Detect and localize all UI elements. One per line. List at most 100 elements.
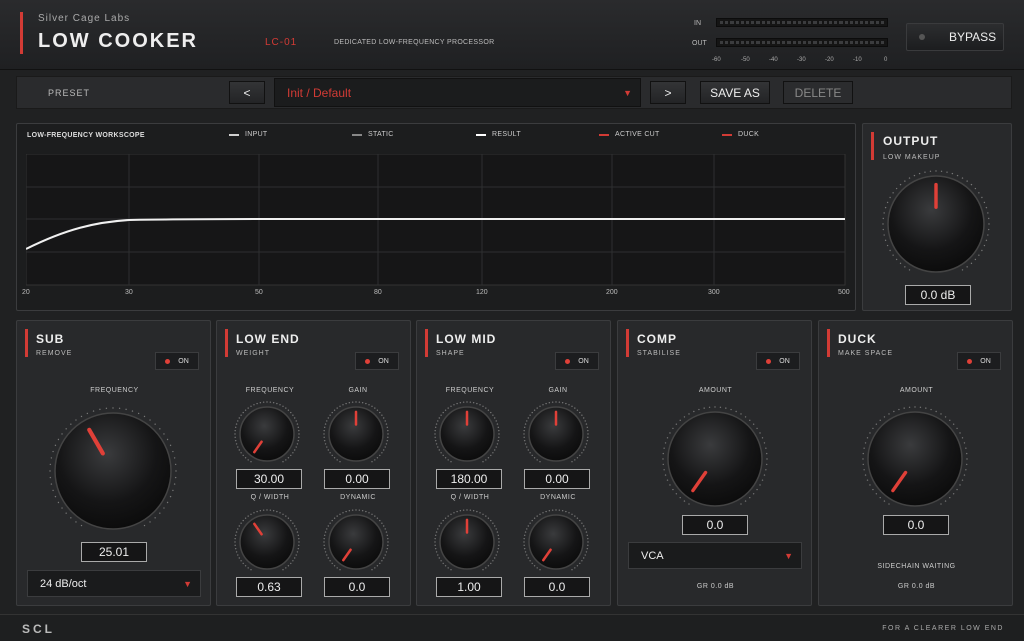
x-tick: 200 — [606, 289, 618, 296]
low-mid-title: LOW MID — [436, 332, 497, 346]
workscope-x-axis: 20 30 50 80 120 200 300 500 — [22, 289, 856, 299]
sub-title: SUB — [36, 332, 65, 346]
meter-tick: -30 — [797, 57, 806, 63]
sub-frequency-value[interactable]: 25.01 — [81, 542, 147, 562]
comp-amount-knob[interactable] — [660, 404, 770, 514]
preset-value: Init / Default — [287, 85, 352, 100]
meter-out — [716, 38, 888, 47]
duck-title: DUCK — [838, 332, 877, 346]
low-mid-dynamic-label: DYNAMIC — [540, 494, 576, 501]
low-mid-dynamic-value[interactable]: 0.0 — [524, 577, 590, 597]
duck-subtitle: MAKE SPACE — [838, 350, 893, 357]
low-mid-toggle[interactable]: ON — [555, 352, 599, 370]
low-mid-frequency-label: FREQUENCY — [445, 387, 495, 394]
sub-frequency-label: FREQUENCY — [90, 387, 139, 394]
low-end-dynamic-label: DYNAMIC — [340, 494, 376, 501]
comp-mode-select[interactable]: VCA ▼ — [628, 542, 802, 569]
low-mid-subtitle: SHAPE — [436, 350, 465, 357]
low-end-gain-knob[interactable] — [323, 401, 389, 467]
duck-toggle[interactable]: ON — [957, 352, 1001, 370]
low-end-gain-label: GAIN — [348, 387, 368, 394]
low-end-dynamic-value[interactable]: 0.0 — [324, 577, 390, 597]
low-end-q-knob[interactable] — [234, 509, 300, 575]
footer-tagline: FOR A CLEARER LOW END — [882, 625, 1004, 632]
meter-tick: -20 — [825, 57, 834, 63]
meter-tick: -10 — [853, 57, 862, 63]
preset-bar: PRESET < Init / Default ▼ > SAVE AS DELE… — [16, 76, 1012, 109]
footer-brand: SCL — [22, 622, 55, 636]
legend-duck: DUCK — [722, 131, 759, 138]
comp-subtitle: STABILISE — [637, 350, 681, 357]
low-mid-frequency-knob[interactable] — [434, 401, 500, 467]
legend-active-cut: ACTIVE CUT — [599, 131, 660, 138]
low-mid-dynamic-knob[interactable] — [523, 509, 589, 575]
low-end-subtitle: WEIGHT — [236, 350, 270, 357]
duck-sidechain-status: SIDECHAIN WAITING — [877, 563, 956, 570]
low-end-frequency-label: FREQUENCY — [245, 387, 295, 394]
save-as-button[interactable]: SAVE AS — [700, 81, 770, 104]
comp-amount-value[interactable]: 0.0 — [682, 515, 748, 535]
x-tick: 120 — [476, 289, 488, 296]
low-end-q-value[interactable]: 0.63 — [236, 577, 302, 597]
legend-input: INPUT — [229, 131, 268, 138]
bypass-label: BYPASS — [949, 30, 997, 44]
sub-toggle[interactable]: ON — [155, 352, 199, 370]
company-name: Silver Cage Labs — [38, 13, 131, 24]
comp-gain-reduction: GR 0.0 dB — [696, 583, 735, 590]
duck-gain-reduction: GR 0.0 dB — [897, 583, 936, 590]
output-title: OUTPUT — [883, 134, 939, 148]
low-end-frequency-knob[interactable] — [234, 401, 300, 467]
low-mid-gain-knob[interactable] — [523, 401, 589, 467]
product-title: LOW COOKER — [38, 30, 198, 52]
workscope-graph — [26, 154, 846, 286]
x-tick: 500 — [838, 289, 850, 296]
low-end-dynamic-knob[interactable] — [323, 509, 389, 575]
sub-slope-select[interactable]: 24 dB/oct ▼ — [27, 570, 201, 597]
bypass-button[interactable]: BYPASS — [906, 23, 1004, 51]
output-subtitle: LOW MAKEUP — [883, 154, 941, 161]
model-number: LC-01 — [265, 37, 298, 48]
meter-tick: -50 — [741, 57, 750, 63]
low-end-toggle[interactable]: ON — [355, 352, 399, 370]
legend-static: STATIC — [352, 131, 394, 138]
meter-tick: 0 — [884, 57, 888, 63]
accent-bar — [20, 12, 23, 54]
comp-toggle[interactable]: ON — [756, 352, 800, 370]
preset-label: PRESET — [48, 88, 91, 98]
low-end-frequency-value[interactable]: 30.00 — [236, 469, 302, 489]
duck-amount-label: AMOUNT — [899, 387, 934, 394]
low-mid-gain-value[interactable]: 0.00 — [524, 469, 590, 489]
duck-amount-knob[interactable] — [860, 404, 970, 514]
chevron-down-icon: ▼ — [784, 550, 793, 561]
low-end-gain-value[interactable]: 0.00 — [324, 469, 390, 489]
legend-result: RESULT — [476, 131, 521, 138]
preset-next-button[interactable]: > — [650, 81, 686, 104]
output-knob[interactable] — [880, 168, 992, 280]
comp-amount-label: AMOUNT — [698, 387, 733, 394]
meter-tick: -60 — [712, 57, 721, 63]
low-mid-q-label: Q / WIDTH — [450, 494, 490, 501]
low-mid-q-value[interactable]: 1.00 — [436, 577, 502, 597]
workscope-title: LOW-FREQUENCY WORKSCOPE — [27, 132, 145, 139]
meter-in — [716, 18, 888, 27]
preset-select[interactable]: Init / Default ▼ — [274, 78, 641, 107]
output-value[interactable]: 0.0 dB — [905, 285, 971, 305]
low-mid-frequency-value[interactable]: 180.00 — [436, 469, 502, 489]
x-tick: 20 — [22, 289, 30, 296]
low-end-q-label: Q / WIDTH — [250, 494, 290, 501]
delete-button[interactable]: DELETE — [783, 81, 853, 104]
product-description: DEDICATED LOW-FREQUENCY PROCESSOR — [334, 39, 495, 46]
low-mid-q-knob[interactable] — [434, 509, 500, 575]
preset-prev-button[interactable]: < — [229, 81, 265, 104]
meter-tick: -40 — [769, 57, 778, 63]
meter-in-label: IN — [694, 20, 701, 27]
low-mid-gain-label: GAIN — [548, 387, 568, 394]
x-tick: 300 — [708, 289, 720, 296]
x-tick: 50 — [255, 289, 263, 296]
sub-frequency-knob[interactable] — [46, 404, 180, 538]
x-tick: 30 — [125, 289, 133, 296]
chevron-down-icon: ▼ — [183, 578, 192, 589]
duck-amount-value[interactable]: 0.0 — [883, 515, 949, 535]
low-end-title: LOW END — [236, 332, 300, 346]
footer-bar: SCL FOR A CLEARER LOW END — [0, 614, 1024, 641]
